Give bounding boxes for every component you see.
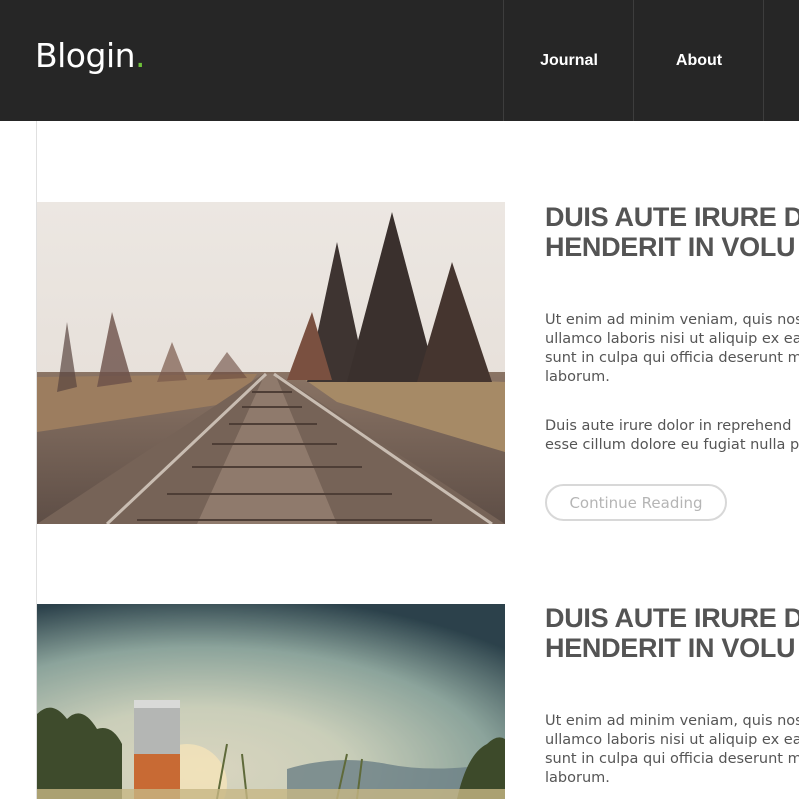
railway-photo	[37, 202, 505, 524]
post-image-sunset[interactable]	[37, 604, 505, 799]
continue-reading-button[interactable]: Continue Reading	[545, 484, 727, 521]
sunset-photo	[37, 604, 505, 799]
post-title-line1: DUIS AUTE IRURE D	[545, 603, 799, 633]
post-excerpt-2: Duis aute irure dolor in reprehend esse …	[545, 417, 799, 455]
logo-text: Blogin	[35, 36, 136, 75]
post-excerpt: Ut enim ad minim veniam, quis nos ullamc…	[545, 712, 799, 788]
post-title-line2: HENDERIT IN VOLU	[545, 232, 796, 262]
site-logo[interactable]: Blogin.	[35, 36, 146, 75]
post-title[interactable]: DUIS AUTE IRURE D HENDERIT IN VOLU	[545, 603, 799, 663]
nav-item-about[interactable]: About	[633, 0, 764, 121]
logo-dot: .	[135, 36, 146, 75]
post-title-line2: HENDERIT IN VOLU	[545, 633, 796, 663]
post-paragraph: Ut enim ad minim veniam, quis nos ullamc…	[545, 312, 799, 385]
site-header: Blogin. Journal About	[0, 0, 799, 121]
post-excerpt: Ut enim ad minim veniam, quis nos ullamc…	[545, 311, 799, 387]
post-paragraph: Duis aute irure dolor in reprehend esse …	[545, 418, 799, 453]
nav-item-journal[interactable]: Journal	[503, 0, 634, 121]
post-paragraph: Ut enim ad minim veniam, quis nos ullamc…	[545, 713, 799, 786]
post-title-line1: DUIS AUTE IRURE D	[545, 202, 799, 232]
post-title[interactable]: DUIS AUTE IRURE D HENDERIT IN VOLU	[545, 202, 799, 262]
post-image-railway[interactable]	[37, 202, 505, 524]
nav-item-next[interactable]	[763, 0, 799, 121]
